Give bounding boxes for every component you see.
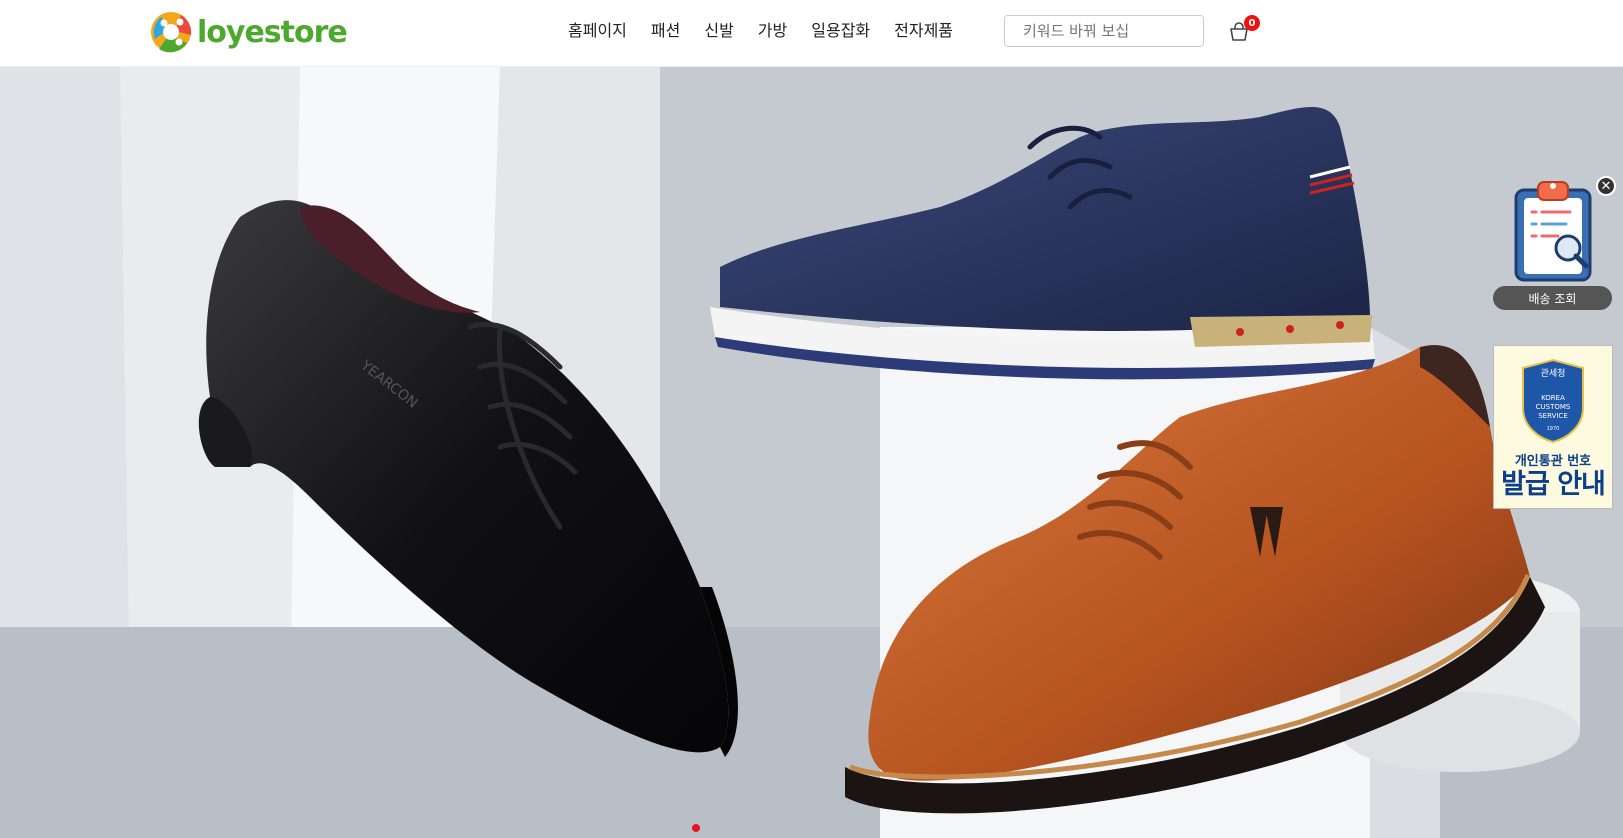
hero-banner-image: YEARCON (0, 67, 1623, 838)
cart-count-badge: 0 (1244, 15, 1260, 31)
main-nav: 홈페이지 패션 신발 가방 일용잡화 전자제품 (568, 18, 977, 44)
close-icon[interactable]: ✕ (1596, 176, 1616, 196)
cart-button[interactable]: 0 (1228, 15, 1260, 44)
customs-number-banner[interactable]: 관세청 KOREA CUSTOMS SERVICE 1970 개인통관 번호 발… (1493, 345, 1613, 509)
nav-item-home[interactable]: 홈페이지 (568, 18, 627, 44)
carousel-dot-active[interactable] (692, 824, 700, 832)
customs-seal-line: KOREA (1541, 394, 1565, 402)
nav-item-bags[interactable]: 가방 (758, 18, 787, 44)
delivery-tracking-label[interactable]: 배송 조회 (1493, 286, 1612, 310)
customs-seal-year: 1970 (1547, 426, 1560, 432)
customs-agency-text: 관세청 (1541, 368, 1566, 379)
customs-line2: 발급 안내 (1501, 469, 1606, 500)
nav-item-fashion[interactable]: 패션 (651, 18, 680, 44)
logo-text: loyestore (197, 14, 348, 50)
nav-item-electronics[interactable]: 전자제품 (894, 18, 953, 44)
customs-seal-line: SERVICE (1538, 412, 1568, 420)
hero-banner[interactable]: YEARCON (0, 67, 1623, 838)
nav-item-daily-goods[interactable]: 일용잡화 (811, 18, 870, 44)
search-input[interactable] (1005, 16, 1203, 46)
customs-line1: 개인통관 번호 (1514, 454, 1592, 469)
clipboard-search-icon (1514, 181, 1592, 282)
customs-seal-icon: 관세청 KOREA CUSTOMS SERVICE 1970 (1522, 358, 1584, 444)
search-box (1004, 15, 1204, 47)
site-logo[interactable]: loyestore (147, 9, 348, 55)
logo-icon (147, 9, 195, 55)
customs-seal-line: CUSTOMS (1536, 403, 1571, 411)
nav-item-shoes[interactable]: 신발 (704, 18, 733, 44)
site-header: loyestore 홈페이지 패션 신발 가방 일용잡화 전자제품 0 (0, 0, 1623, 67)
